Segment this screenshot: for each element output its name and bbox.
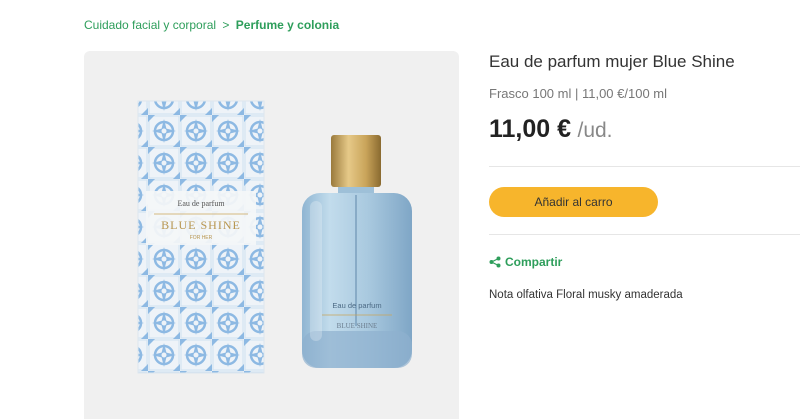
share-button[interactable]: Compartir xyxy=(489,255,562,269)
price-unit: /ud. xyxy=(577,119,613,142)
share-label: Compartir xyxy=(505,255,563,269)
box-sub: FOR HER xyxy=(190,235,213,241)
breadcrumb: Cuidado facial y corporal > Perfume y co… xyxy=(84,18,339,32)
product-size-info: Frasco 100 ml | 11,00 €/100 ml xyxy=(489,86,668,101)
share-icon xyxy=(489,256,501,268)
olfactory-note: Nota olfativa Floral musky amaderada xyxy=(489,289,683,301)
breadcrumb-link-current[interactable]: Perfume y colonia xyxy=(236,18,339,32)
breadcrumb-separator: > xyxy=(222,18,230,32)
divider xyxy=(489,166,800,167)
price-amount: 11,00 € xyxy=(489,115,572,143)
box-brand: BLUE SHINE xyxy=(161,218,241,232)
product-price: 11,00 € /ud. xyxy=(489,115,613,144)
product-image-panel: Eau de parfum BLUE SHINE FOR HER Eau de … xyxy=(84,51,459,419)
perfume-box: Eau de parfum BLUE SHINE FOR HER xyxy=(137,100,265,374)
add-to-cart-button[interactable]: Añadir al carro xyxy=(489,187,658,217)
divider xyxy=(489,234,800,235)
perfume-bottle: Eau de parfum BLUE SHINE xyxy=(302,135,412,368)
bottle-sub: BLUE SHINE xyxy=(337,322,378,330)
product-image: Eau de parfum BLUE SHINE FOR HER Eau de … xyxy=(137,100,412,374)
breadcrumb-link-parent[interactable]: Cuidado facial y corporal xyxy=(84,18,216,32)
box-label-top: Eau de parfum xyxy=(177,199,225,208)
product-title: Eau de parfum mujer Blue Shine xyxy=(489,52,735,71)
bottle-label: Eau de parfum xyxy=(332,301,381,310)
